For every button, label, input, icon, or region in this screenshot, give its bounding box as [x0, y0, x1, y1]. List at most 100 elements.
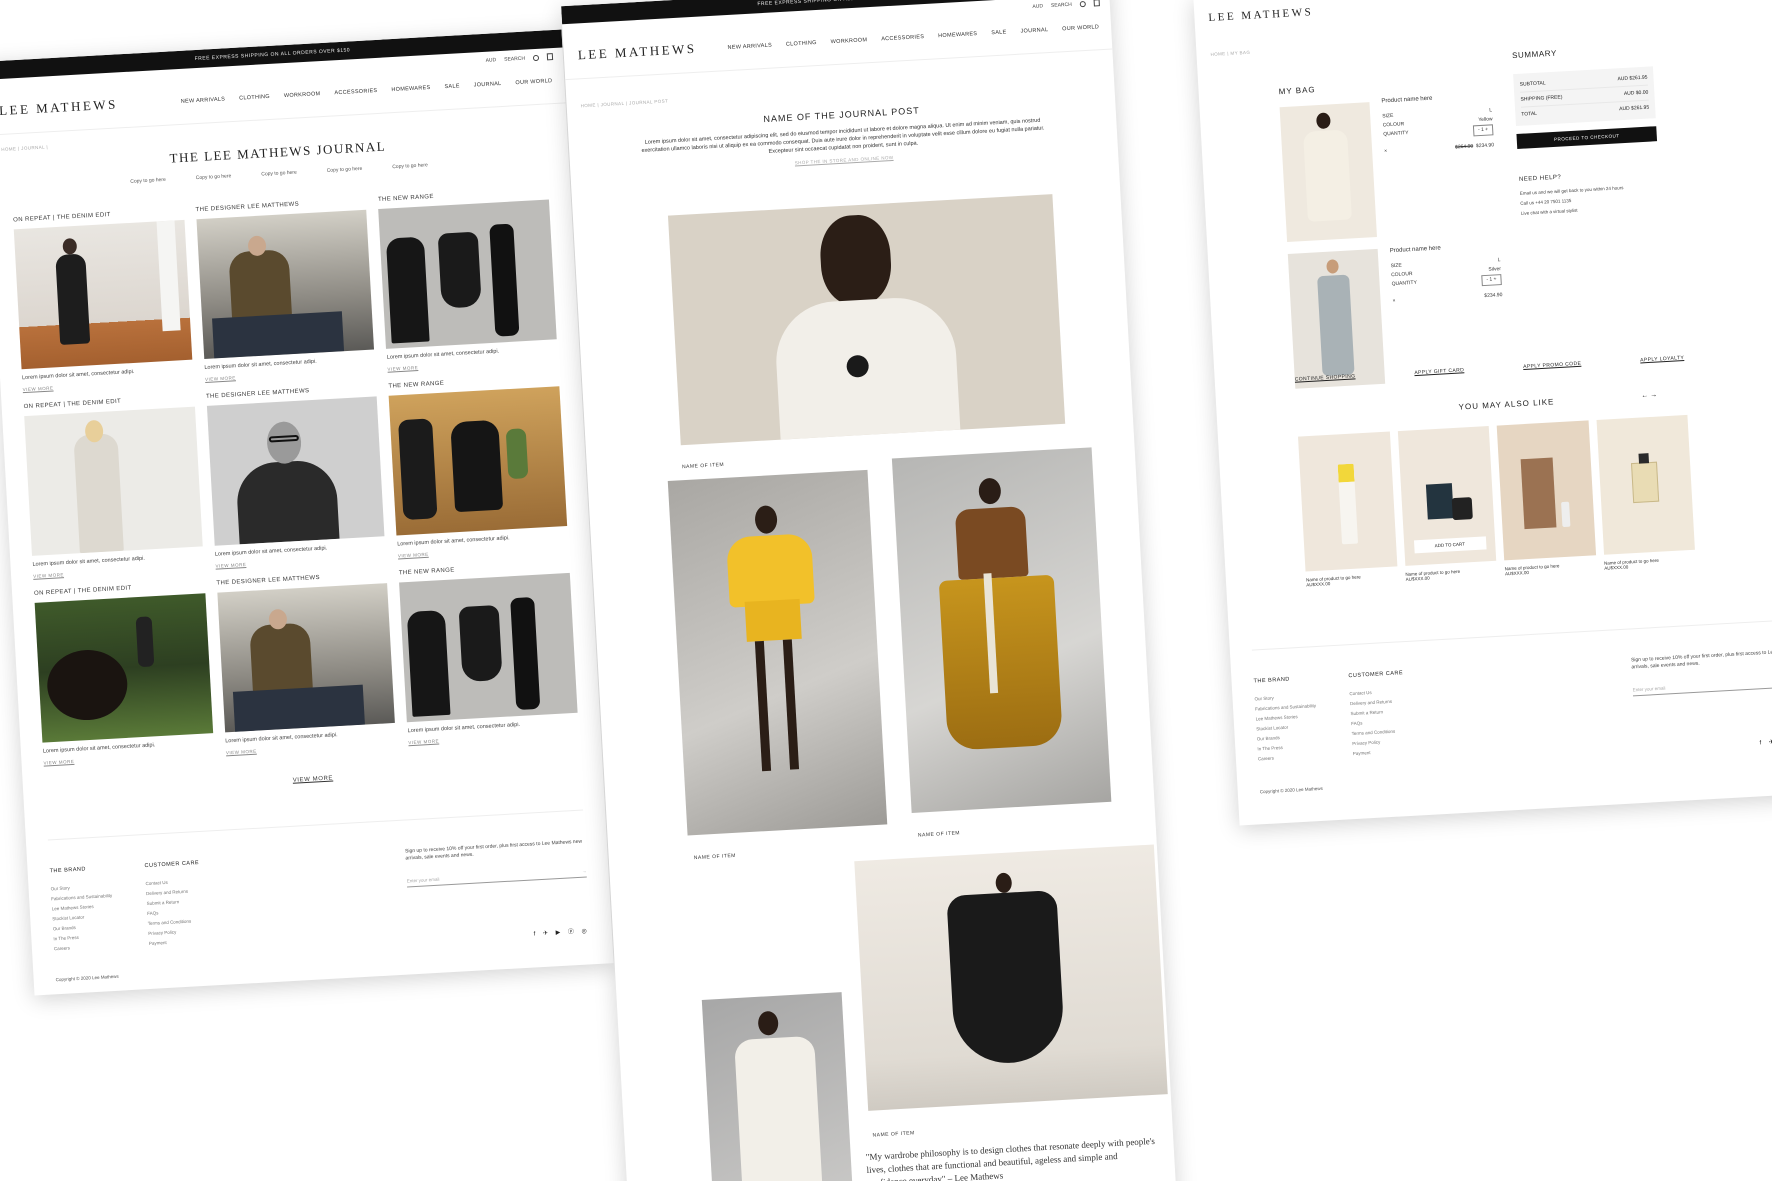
card-image[interactable] [388, 386, 568, 536]
bag-item-name[interactable]: Product name here [1381, 92, 1491, 105]
site-logo[interactable]: LEE MATHEWS [577, 41, 697, 64]
product-card[interactable]: Name of product to go here AU$XXX.00 [1298, 431, 1398, 587]
remove-icon[interactable]: × [1384, 147, 1387, 156]
nav-journal[interactable]: JOURNAL [474, 81, 502, 89]
product-card[interactable]: ADD TO CART Name of product to go here A… [1397, 426, 1497, 582]
footer-heading: THE BRAND [49, 866, 87, 875]
view-more-button[interactable]: VIEW MORE [23, 760, 602, 798]
bag-item-details: Product name here SIZE L COLOUR Yellow QUA… [1381, 92, 1494, 156]
journal-card[interactable]: THE NEW RANGE Lorem ipsum dolor sit amet… [388, 374, 568, 558]
card-view-more[interactable]: VIEW MORE [408, 731, 579, 745]
card-view-more[interactable]: VIEW MORE [215, 554, 386, 569]
order-summary: SUMMARY SUBTOTAL AUD $261.95 SHIPPING (FR… [1512, 43, 1661, 219]
card-view-more[interactable]: VIEW MORE [33, 564, 204, 579]
product-image[interactable]: ADD TO CART [1397, 426, 1497, 566]
product-image[interactable] [1596, 414, 1695, 555]
product-image[interactable] [1298, 431, 1397, 572]
card-view-more[interactable]: VIEW MORE [226, 741, 397, 756]
nav-journal[interactable]: JOURNAL [1020, 27, 1048, 35]
footer-link[interactable]: Payment [1353, 746, 1408, 759]
card-view-more[interactable]: VIEW MORE [23, 378, 194, 392]
account-icon[interactable] [1079, 0, 1086, 7]
quantity-label: QUANTITY [1383, 130, 1409, 138]
arrow-right-icon[interactable]: → [1650, 392, 1657, 399]
quantity-stepper[interactable]: - 1 + [1472, 124, 1494, 137]
help-title: NEED HELP? [1518, 174, 1562, 183]
nav-workroom[interactable]: WORKROOM [284, 91, 321, 99]
card-image[interactable] [196, 209, 375, 360]
card-view-more[interactable]: VIEW MORE [398, 544, 569, 559]
journal-card[interactable]: ON REPEAT | THE DENIM EDIT Lorem ipsum d… [34, 581, 214, 766]
card-image[interactable] [34, 593, 213, 743]
site-logo[interactable]: LEE MATHEWS [1208, 6, 1313, 24]
nav-homewares[interactable]: HOMEWARES [391, 85, 430, 93]
bag-icon[interactable] [546, 53, 554, 61]
nav-accessories[interactable]: ACCESSORIES [334, 88, 377, 96]
nav-sale[interactable]: SALE [444, 83, 460, 90]
checkout-button[interactable]: PROCEED TO CHECKOUT [1516, 126, 1658, 149]
promo-code-link[interactable]: APPLY PROMO CODE [1523, 361, 1581, 370]
email-field[interactable]: Enter your email [1632, 677, 1772, 697]
remove-icon[interactable]: × [1392, 297, 1395, 306]
nav-workroom[interactable]: WORKROOM [831, 37, 868, 45]
bag-item-name[interactable]: Product name here [1390, 242, 1500, 254]
nav-clothing[interactable]: CLOTHING [786, 40, 817, 48]
help-section: NEED HELP? Email us and we will get back… [1519, 169, 1661, 219]
social-icons[interactable]: f ✈ ▶ ⓟ ◎ [533, 925, 590, 937]
product-card[interactable]: Name of product to go here AU$XXX.00 [1496, 420, 1597, 576]
nav-our-world[interactable]: OUR WORLD [1062, 24, 1099, 32]
footer-link[interactable]: Careers [54, 941, 116, 954]
nav-sale[interactable]: SALE [991, 29, 1007, 36]
product-image[interactable] [1496, 420, 1596, 561]
search-link[interactable]: SEARCH [1051, 1, 1072, 8]
quantity-stepper[interactable]: - 1 + [1481, 274, 1502, 287]
card-image[interactable] [206, 396, 385, 546]
nav-clothing[interactable]: CLOTHING [239, 94, 270, 102]
footer-link[interactable]: Payment [149, 936, 204, 949]
footer-brand-column: THE BRAND Our Story Fabrications and Sus… [49, 865, 115, 954]
add-to-cart-button[interactable]: ADD TO CART [1413, 536, 1487, 554]
journal-card[interactable]: THE NEW RANGE Lorem ipsum dolor sit amet… [378, 188, 558, 372]
journal-card[interactable]: THE DESIGNER LEE MATTHEWS Lorem ipsum do… [216, 571, 396, 755]
journal-card[interactable]: THE DESIGNER LEE MATTHEWS Lorem ipsum do… [195, 198, 375, 382]
journal-card[interactable]: ON REPEAT | THE DENIM EDIT Lorem ipsum d… [13, 208, 193, 392]
arrow-left-icon[interactable]: ← [1641, 392, 1648, 399]
journal-grid: ON REPEAT | THE DENIM EDIT Lorem ipsum d… [0, 160, 601, 766]
card-image[interactable] [378, 199, 557, 349]
site-logo[interactable]: LEE MATHEWS [0, 96, 118, 119]
item-image [891, 447, 1112, 813]
bag-icon[interactable] [1093, 0, 1100, 7]
nav-our-world[interactable]: OUR WORLD [515, 78, 552, 86]
card-view-more[interactable]: VIEW MORE [387, 357, 558, 372]
nav-new-arrivals[interactable]: NEW ARRIVALS [727, 43, 772, 51]
item-caption: NAME OF ITEM [872, 1130, 915, 1139]
bag-page: LEE MATHEWS NEW ARRIVALS CLOTHING WORKRO… [1193, 0, 1772, 826]
footer-link[interactable]: Careers [1258, 751, 1320, 764]
nav-accessories[interactable]: ACCESSORIES [881, 34, 924, 42]
card-image[interactable] [24, 406, 203, 556]
product-card[interactable]: Name of product to go here AU$XXX.00 [1596, 414, 1696, 571]
account-icon[interactable] [532, 54, 540, 61]
search-link[interactable]: SEARCH [504, 55, 525, 62]
currency-selector[interactable]: AUD [485, 57, 496, 64]
bag-item-image[interactable] [1287, 248, 1386, 389]
journal-card[interactable]: THE DESIGNER LEE MATTHEWS Lorem ipsum do… [206, 384, 386, 569]
bag-item-image[interactable] [1279, 102, 1377, 242]
card-view-more[interactable]: VIEW MORE [43, 751, 214, 766]
nav-new-arrivals[interactable]: NEW ARRIVALS [181, 96, 226, 104]
card-image[interactable] [217, 583, 396, 733]
size-value[interactable]: L [1497, 256, 1501, 265]
journal-card[interactable]: ON REPEAT | THE DENIM EDIT Lorem ipsum d… [24, 395, 204, 579]
gift-card-link[interactable]: APPLY GIFT CARD [1414, 367, 1464, 376]
currency-selector[interactable]: AUD [1032, 3, 1043, 10]
loyalty-link[interactable]: APPLY LOYALTY [1640, 355, 1684, 363]
nav-homewares[interactable]: HOMEWARES [938, 31, 977, 39]
size-value[interactable]: L [1489, 106, 1492, 115]
card-view-more[interactable]: VIEW MORE [205, 367, 376, 382]
email-placeholder: Enter your email [1632, 685, 1666, 693]
email-field[interactable]: Enter your email → [406, 868, 587, 888]
arrow-right-icon[interactable]: → [582, 868, 587, 873]
card-image[interactable] [13, 219, 192, 370]
card-image[interactable] [399, 572, 578, 723]
journal-card[interactable]: THE NEW RANGE Lorem ipsum dolor sit amet… [399, 561, 579, 745]
